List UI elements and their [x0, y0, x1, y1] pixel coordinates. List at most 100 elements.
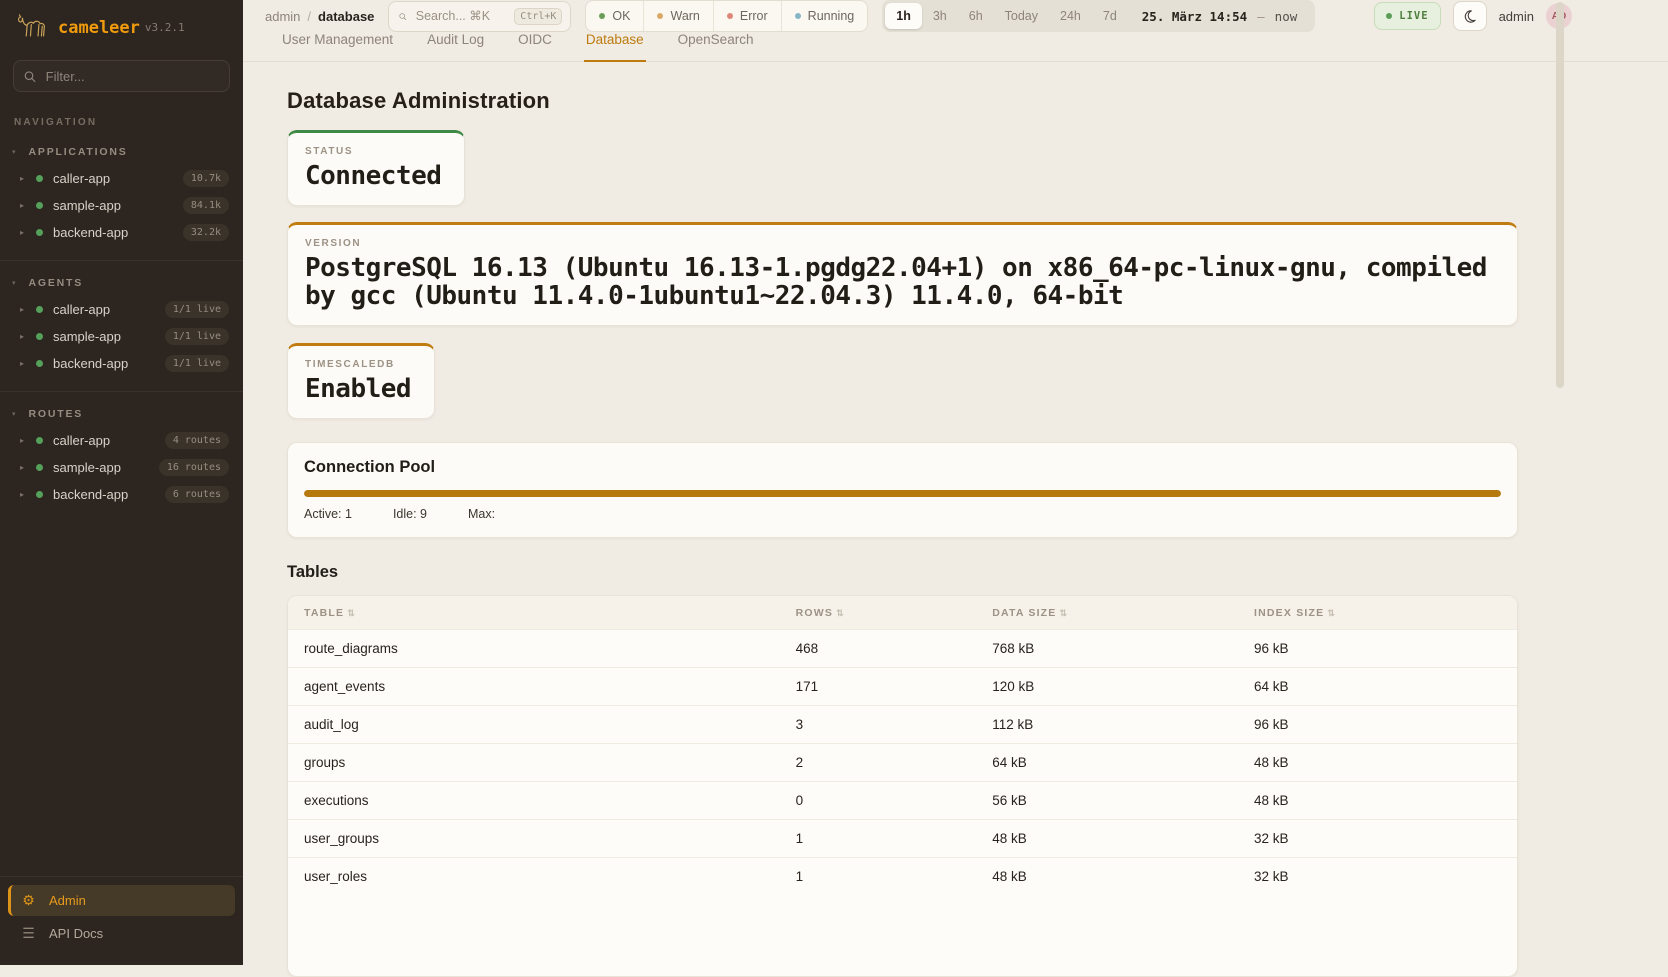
sidebar-item-badge: 32.2k	[183, 224, 229, 241]
sidebar-item-sample-app[interactable]: ▸sample-app84.1k	[0, 192, 243, 219]
sidebar-item-caller-app[interactable]: ▸caller-app4 routes	[0, 427, 243, 454]
pool-stat: Idle: 9	[393, 507, 427, 521]
tab-database[interactable]: Database	[584, 32, 646, 62]
version-card: VERSION PostgreSQL 16.13 (Ubuntu 16.13-1…	[287, 222, 1518, 326]
brand-version: v3.2.1	[145, 21, 185, 34]
table-row[interactable]: agent_events171120 kB64 kB	[288, 668, 1517, 706]
sidebar-filter[interactable]	[13, 60, 230, 92]
search-input[interactable]	[414, 8, 508, 24]
status-dot-icon	[36, 175, 43, 182]
sidebar-item-backend-app[interactable]: ▸backend-app6 routes	[0, 481, 243, 508]
filter-input[interactable]	[44, 68, 219, 85]
sidebar-item-caller-app[interactable]: ▸caller-app1/1 live	[0, 296, 243, 323]
connection-pool-card: Connection Pool Active: 1Idle: 9Max:	[287, 442, 1518, 538]
status-filter-running[interactable]: Running	[782, 1, 868, 31]
tab-opensearch[interactable]: OpenSearch	[676, 32, 756, 62]
timescaledb-card-label: TIMESCALEDB	[305, 359, 417, 370]
scrollbar-thumb[interactable]	[1556, 2, 1564, 388]
time-range-3h[interactable]: 3h	[922, 3, 958, 29]
tab-audit-log[interactable]: Audit Log	[425, 32, 486, 62]
sidebar: cameleer v3.2.1 NAVIGATION ▾APPLICATIONS…	[0, 0, 243, 965]
chevron-down-icon: ▾	[12, 410, 16, 418]
table-cell: 468	[780, 630, 977, 668]
sidebar-item-label: caller-app	[53, 171, 183, 186]
status-card-label: STATUS	[305, 146, 447, 157]
sidebar-item-badge: 6 routes	[165, 486, 229, 503]
table-row[interactable]: user_roles148 kB32 kB	[288, 858, 1517, 896]
status-dot-icon	[727, 13, 733, 19]
table-row[interactable]: route_diagrams468768 kB96 kB	[288, 630, 1517, 668]
table-row[interactable]: groups264 kB48 kB	[288, 744, 1517, 782]
table-cell: 96 kB	[1238, 630, 1517, 668]
column-label: TABLE	[304, 607, 344, 619]
sort-icon: ⇅	[836, 608, 845, 618]
sidebar-item-badge: 1/1 live	[165, 301, 229, 318]
camel-logo-icon	[16, 14, 50, 41]
theme-toggle-button[interactable]	[1453, 1, 1487, 31]
breadcrumb: admin / database	[265, 9, 374, 24]
chevron-right-icon: ▸	[20, 436, 31, 445]
time-range-7d[interactable]: 7d	[1092, 3, 1128, 29]
global-search[interactable]: Ctrl+K	[388, 1, 571, 32]
chevron-right-icon: ▸	[20, 228, 31, 237]
status-dot-icon	[36, 306, 43, 313]
time-range-1h[interactable]: 1h	[885, 3, 922, 29]
sidebar-item-sample-app[interactable]: ▸sample-app1/1 live	[0, 323, 243, 350]
sidebar-item-admin[interactable]: ⚙Admin	[8, 885, 235, 916]
tab-user-management[interactable]: User Management	[280, 32, 395, 62]
tables-table: TABLE⇅ROWS⇅DATA SIZE⇅INDEX SIZE⇅ route_d…	[288, 596, 1517, 896]
table-cell: 2	[780, 744, 977, 782]
moon-icon	[1462, 9, 1477, 24]
status-filter-warn[interactable]: Warn	[644, 1, 713, 31]
nav-group-header-routes[interactable]: ▾ROUTES	[0, 401, 243, 427]
time-range-group: 1h3h6hToday24h7d	[885, 3, 1128, 29]
table-row[interactable]: executions056 kB48 kB	[288, 782, 1517, 820]
time-display[interactable]: 25. März 14:54 — now	[1128, 9, 1312, 24]
sidebar-item-api-docs[interactable]: ☰API Docs	[8, 918, 235, 949]
tables-card: TABLE⇅ROWS⇅DATA SIZE⇅INDEX SIZE⇅ route_d…	[287, 595, 1518, 977]
sidebar-item-caller-app[interactable]: ▸caller-app10.7k	[0, 165, 243, 192]
sidebar-item-badge: 84.1k	[183, 197, 229, 214]
table-row[interactable]: user_groups148 kB32 kB	[288, 820, 1517, 858]
table-cell: 768 kB	[976, 630, 1238, 668]
status-dot-icon	[36, 437, 43, 444]
sidebar-item-backend-app[interactable]: ▸backend-app32.2k	[0, 219, 243, 246]
status-filter-error[interactable]: Error	[714, 1, 782, 31]
footer-item-label: API Docs	[49, 926, 103, 941]
sort-icon: ⇅	[1327, 608, 1336, 618]
chevron-down-icon: ▾	[12, 148, 16, 156]
column-header-data-size[interactable]: DATA SIZE⇅	[976, 596, 1238, 630]
table-cell: user_roles	[288, 858, 780, 896]
live-badge[interactable]: LIVE	[1374, 2, 1440, 30]
column-header-table[interactable]: TABLE⇅	[288, 596, 780, 630]
live-label: LIVE	[1399, 10, 1428, 22]
column-header-index-size[interactable]: INDEX SIZE⇅	[1238, 596, 1517, 630]
table-cell: agent_events	[288, 668, 780, 706]
column-header-rows[interactable]: ROWS⇅	[780, 596, 977, 630]
tabbar: User Management Audit Log OIDC Database Open…	[243, 32, 1668, 62]
status-dot-icon	[36, 464, 43, 471]
tab-oidc[interactable]: OIDC	[516, 32, 554, 62]
status-dot-icon	[36, 333, 43, 340]
time-range-24h[interactable]: 24h	[1049, 3, 1092, 29]
pool-progress-fill	[304, 490, 1501, 497]
table-row[interactable]: audit_log3112 kB96 kB	[288, 706, 1517, 744]
sidebar-item-sample-app[interactable]: ▸sample-app16 routes	[0, 454, 243, 481]
breadcrumb-parent[interactable]: admin	[265, 9, 300, 24]
table-cell: 171	[780, 668, 977, 706]
status-filter-label: Error	[740, 9, 768, 23]
table-cell: executions	[288, 782, 780, 820]
status-filter-ok[interactable]: OK	[586, 1, 644, 31]
nav-group-header-applications[interactable]: ▾APPLICATIONS	[0, 139, 243, 165]
tables-section-title: Tables	[287, 563, 1518, 582]
time-range-6h[interactable]: 6h	[958, 3, 994, 29]
sidebar-item-label: sample-app	[53, 329, 165, 344]
nav-group-header-agents[interactable]: ▾AGENTS	[0, 270, 243, 296]
sidebar-item-label: caller-app	[53, 433, 165, 448]
time-range-today[interactable]: Today	[994, 3, 1049, 29]
sidebar-item-label: caller-app	[53, 302, 165, 317]
sidebar-item-backend-app[interactable]: ▸backend-app1/1 live	[0, 350, 243, 377]
search-icon	[399, 10, 406, 23]
sidebar-item-badge: 16 routes	[159, 459, 229, 476]
status-filter-group: OKWarn Error Running	[585, 0, 868, 32]
